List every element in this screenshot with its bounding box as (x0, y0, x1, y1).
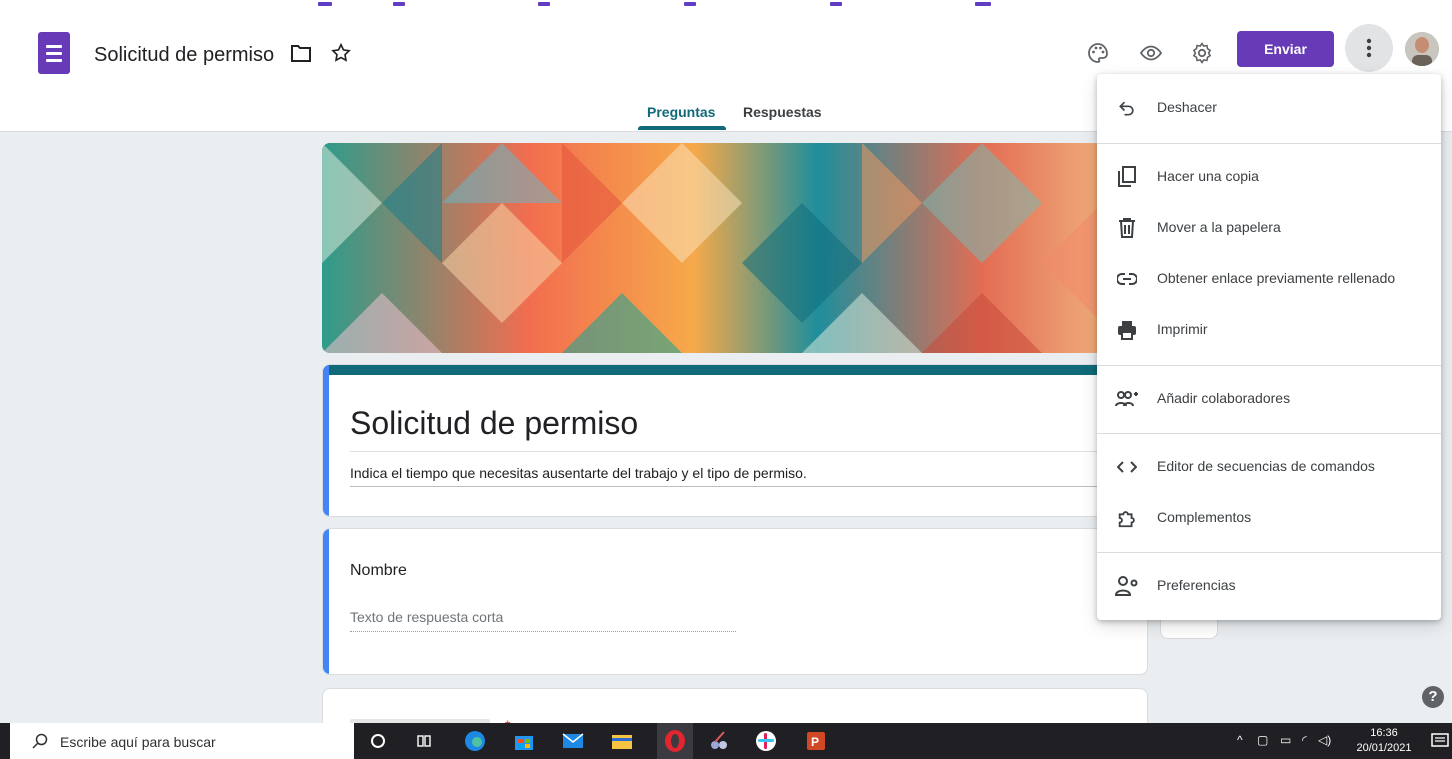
menu-item-deshacer[interactable]: Deshacer (1097, 86, 1441, 130)
trash-icon (1115, 216, 1139, 240)
palette-icon[interactable] (1083, 38, 1113, 68)
menu-item-complementos[interactable]: Complementos (1097, 496, 1441, 540)
menu-item-label: Complementos (1157, 509, 1252, 525)
menu-item-editor-comandos[interactable]: Editor de secuencias de comandos (1097, 445, 1441, 489)
google-forms-logo[interactable] (38, 32, 70, 74)
menu-item-label: Añadir colaboradores (1157, 390, 1291, 406)
taskbar-search-placeholder: Escribe aquí para buscar (60, 734, 216, 750)
file-explorer-icon[interactable] (610, 729, 634, 753)
clock-date: 20/01/2021 (1356, 742, 1412, 754)
menu-item-imprimir[interactable]: Imprimir (1097, 308, 1441, 352)
menu-item-hacer-copia[interactable]: Hacer una copia (1097, 155, 1441, 199)
link-icon (1115, 267, 1139, 291)
tray-overflow-icon[interactable]: ^ (1237, 733, 1243, 747)
menu-item-label: Deshacer (1157, 99, 1217, 115)
question-label[interactable]: Nombre (350, 562, 407, 580)
menu-item-label: Imprimir (1157, 321, 1208, 337)
description-underline (350, 486, 1140, 487)
star-icon[interactable] (326, 38, 356, 68)
settings-gear-icon[interactable] (1187, 38, 1217, 68)
slack-icon[interactable] (754, 729, 778, 753)
opera-browser-icon[interactable] (657, 723, 693, 759)
volume-icon[interactable]: ◁) (1318, 733, 1331, 747)
puzzle-icon (1115, 506, 1139, 530)
menu-divider (1097, 365, 1441, 366)
svg-text:P: P (811, 735, 819, 749)
copy-icon (1115, 165, 1139, 189)
menu-divider (1097, 552, 1441, 553)
snipping-tool-icon[interactable] (707, 729, 731, 753)
notifications-icon[interactable] (1428, 729, 1452, 753)
form-description[interactable]: Indica el tiempo que necesitas ausentart… (350, 465, 807, 481)
question-focus-bar (323, 529, 329, 674)
task-view-icon[interactable] (412, 729, 436, 753)
short-answer-line (350, 631, 736, 632)
clock-time: 16:36 (1370, 727, 1398, 739)
more-options-icon[interactable] (1345, 24, 1393, 72)
menu-item-label: Editor de secuencias de comandos (1157, 458, 1375, 474)
question-card[interactable]: Nombre Texto de respuesta corta (322, 528, 1148, 675)
folder-icon[interactable] (286, 38, 316, 68)
menu-item-label: Preferencias (1157, 577, 1236, 593)
more-options-menu: Deshacer Hacer una copia Mover a la pape… (1097, 74, 1441, 620)
powerpoint-icon[interactable]: P (804, 729, 828, 753)
store-icon[interactable] (512, 729, 536, 753)
send-button[interactable]: Enviar (1237, 31, 1334, 67)
help-icon[interactable]: ? (1422, 686, 1444, 708)
header-banner-image (322, 143, 1148, 353)
menu-item-label: Mover a la papelera (1157, 219, 1281, 235)
browser-bookmarks-strip (0, 0, 1452, 14)
taskbar-clock[interactable]: 16:36 20/01/2021 (1354, 726, 1414, 756)
edge-browser-icon[interactable] (463, 729, 487, 753)
code-icon (1115, 455, 1139, 479)
menu-item-papelera[interactable]: Mover a la papelera (1097, 206, 1441, 250)
cortana-icon[interactable] (366, 729, 390, 753)
title-divider (350, 451, 1140, 452)
menu-item-enlace[interactable]: Obtener enlace previamente rellenado (1097, 257, 1441, 301)
tab-respuestas[interactable]: Respuestas (743, 104, 822, 120)
account-avatar[interactable] (1405, 32, 1439, 66)
search-icon (32, 733, 48, 749)
menu-item-colaboradores[interactable]: Añadir colaboradores (1097, 377, 1441, 421)
card-focus-bar (323, 365, 329, 516)
menu-item-preferencias[interactable]: Preferencias (1097, 564, 1441, 608)
active-tab-indicator (638, 126, 726, 130)
tray-meet-icon[interactable]: ▢ (1257, 733, 1268, 747)
undo-icon (1115, 96, 1139, 120)
menu-divider (1097, 143, 1441, 144)
print-icon (1115, 318, 1139, 342)
windows-taskbar: Escribe aquí para buscar P ^ ▢ ▭ ◜ ◁) 16… (0, 723, 1452, 759)
menu-item-label: Obtener enlace previamente rellenado (1157, 270, 1396, 286)
card-top-band (323, 365, 1147, 375)
short-answer-placeholder: Texto de respuesta corta (350, 609, 504, 625)
preview-eye-icon[interactable] (1136, 38, 1166, 68)
form-title-card[interactable]: Solicitud de permiso Indica el tiempo qu… (322, 364, 1148, 517)
form-title[interactable]: Solicitud de permiso (350, 405, 638, 442)
battery-icon[interactable]: ▭ (1280, 733, 1291, 747)
menu-item-label: Hacer una copia (1157, 168, 1259, 184)
wifi-icon[interactable]: ◜ (1302, 733, 1307, 747)
document-title[interactable]: Solicitud de permiso (94, 44, 274, 67)
taskbar-search-box[interactable]: Escribe aquí para buscar (10, 723, 354, 759)
tab-preguntas[interactable]: Preguntas (647, 104, 715, 120)
mail-icon[interactable] (561, 729, 585, 753)
person-settings-icon (1115, 574, 1139, 598)
menu-divider (1097, 433, 1441, 434)
add-people-icon (1115, 387, 1139, 411)
